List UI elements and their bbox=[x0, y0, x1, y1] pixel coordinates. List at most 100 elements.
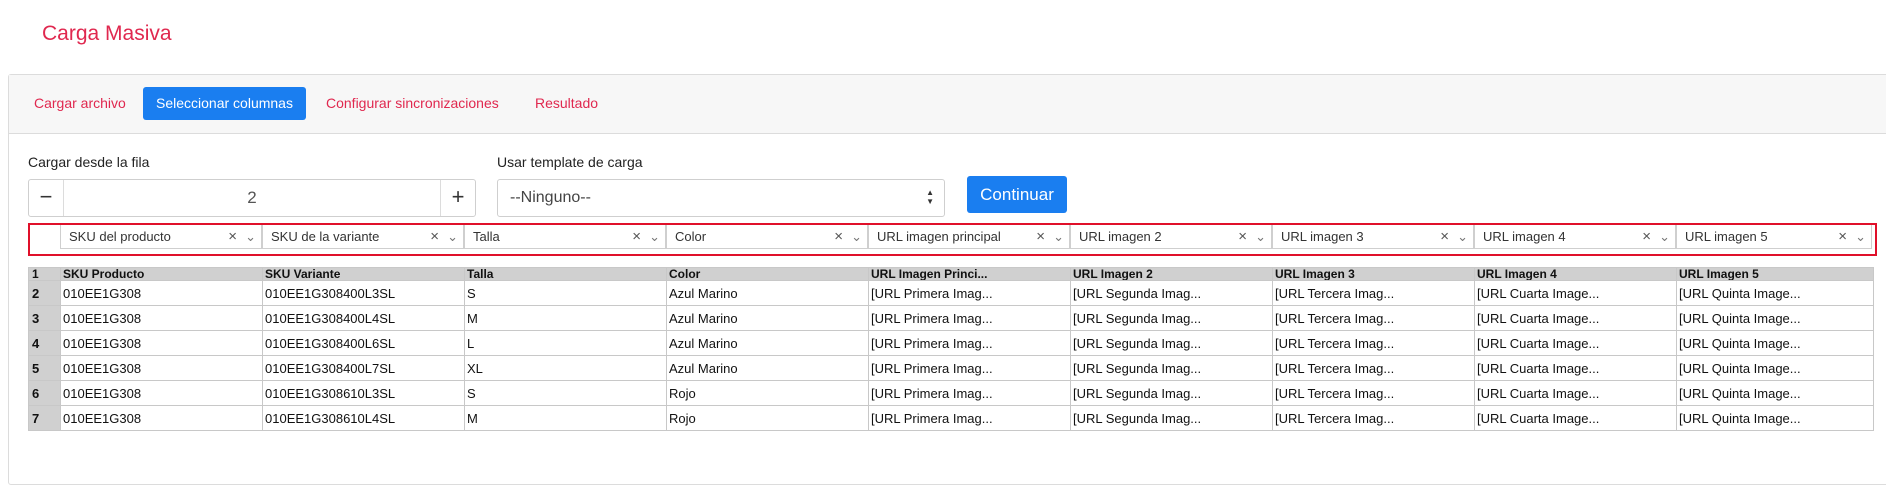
decrement-button[interactable]: − bbox=[29, 180, 64, 216]
column-select-3[interactable]: Talla × ⌄ bbox=[464, 224, 666, 249]
column-select-label: Color bbox=[675, 229, 707, 244]
table-cell: [URL Primera Imag... bbox=[868, 330, 1071, 356]
table-cell: Rojo bbox=[666, 380, 869, 406]
row-number: 1 bbox=[28, 267, 61, 281]
column-select-7[interactable]: URL imagen 3 × ⌄ bbox=[1272, 224, 1474, 249]
table-cell: [URL Quinta Image... bbox=[1676, 355, 1874, 381]
table-cell: [URL Tercera Imag... bbox=[1272, 280, 1475, 306]
row-number: 4 bbox=[28, 330, 61, 356]
table-cell: [URL Segunda Imag... bbox=[1070, 330, 1273, 356]
column-select-9[interactable]: URL imagen 5 × ⌄ bbox=[1676, 224, 1872, 249]
column-select-label: URL imagen principal bbox=[877, 229, 1001, 244]
sheet-header-cell: URL Imagen 3 bbox=[1272, 267, 1475, 281]
sheet-header-cell: SKU Variante bbox=[262, 267, 465, 281]
table-cell: [URL Quinta Image... bbox=[1676, 405, 1874, 431]
clear-icon[interactable]: × bbox=[1036, 225, 1045, 248]
table-cell: 010EE1G308610L3SL bbox=[262, 380, 465, 406]
table-cell: [URL Primera Imag... bbox=[868, 405, 1071, 431]
tab-configurar-sincronizaciones[interactable]: Configurar sincronizaciones bbox=[313, 87, 512, 120]
sheet-header-cell: URL Imagen 4 bbox=[1474, 267, 1677, 281]
table-cell: [URL Segunda Imag... bbox=[1070, 355, 1273, 381]
sheet-header-cell: URL Imagen 2 bbox=[1070, 267, 1273, 281]
column-select-label: URL imagen 5 bbox=[1685, 229, 1768, 244]
clear-icon[interactable]: × bbox=[834, 225, 843, 248]
page-title: Carga Masiva bbox=[42, 22, 172, 45]
table-row: 5 010EE1G308 010EE1G308400L7SL XL Azul M… bbox=[28, 355, 1874, 381]
clear-icon[interactable]: × bbox=[1642, 225, 1651, 248]
table-row: 7 010EE1G308 010EE1G308610L4SL M Rojo [U… bbox=[28, 405, 1874, 431]
table-cell: 010EE1G308610L4SL bbox=[262, 405, 465, 431]
row-number: 7 bbox=[28, 405, 61, 431]
table-cell: XL bbox=[464, 355, 667, 381]
table-cell: 010EE1G308 bbox=[60, 280, 263, 306]
column-select-1[interactable]: SKU del producto × ⌄ bbox=[60, 224, 262, 249]
clear-icon[interactable]: × bbox=[1838, 225, 1847, 248]
clear-icon[interactable]: × bbox=[1238, 225, 1247, 248]
start-row-input[interactable]: 2 bbox=[64, 180, 440, 216]
increment-button[interactable]: + bbox=[440, 180, 475, 216]
chevron-down-icon[interactable]: ⌄ bbox=[245, 225, 256, 248]
column-select-6[interactable]: URL imagen 2 × ⌄ bbox=[1070, 224, 1272, 249]
table-row: 2 010EE1G308 010EE1G308400L3SL S Azul Ma… bbox=[28, 280, 1874, 306]
table-cell: 010EE1G308 bbox=[60, 355, 263, 381]
select-arrows-icon: ▲ ▼ bbox=[926, 188, 934, 206]
table-cell: [URL Primera Imag... bbox=[868, 380, 1071, 406]
column-select-8[interactable]: URL imagen 4 × ⌄ bbox=[1474, 224, 1676, 249]
sheet-header-cell: Talla bbox=[464, 267, 667, 281]
table-cell: [URL Tercera Imag... bbox=[1272, 330, 1475, 356]
column-select-label: SKU del producto bbox=[69, 229, 171, 244]
start-row-stepper: − 2 + bbox=[28, 179, 476, 217]
clear-icon[interactable]: × bbox=[228, 225, 237, 248]
column-select-label: Talla bbox=[473, 229, 500, 244]
clear-icon[interactable]: × bbox=[632, 225, 641, 248]
column-select-4[interactable]: Color × ⌄ bbox=[666, 224, 868, 249]
table-cell: [URL Quinta Image... bbox=[1676, 380, 1874, 406]
table-cell: Azul Marino bbox=[666, 280, 869, 306]
chevron-down-icon[interactable]: ⌄ bbox=[1659, 225, 1670, 248]
table-cell: [URL Cuarta Image... bbox=[1474, 280, 1677, 306]
chevron-down-icon[interactable]: ⌄ bbox=[851, 225, 862, 248]
table-cell: [URL Tercera Imag... bbox=[1272, 380, 1475, 406]
table-cell: 010EE1G308400L6SL bbox=[262, 330, 465, 356]
chevron-down-icon[interactable]: ⌄ bbox=[649, 225, 660, 248]
column-select-label: URL imagen 4 bbox=[1483, 229, 1566, 244]
row-number: 5 bbox=[28, 355, 61, 381]
table-cell: [URL Cuarta Image... bbox=[1474, 380, 1677, 406]
table-cell: 010EE1G308400L4SL bbox=[262, 305, 465, 331]
start-row-label: Cargar desde la fila bbox=[28, 154, 150, 170]
tab-seleccionar-columnas[interactable]: Seleccionar columnas bbox=[143, 87, 306, 120]
table-cell: 010EE1G308 bbox=[60, 380, 263, 406]
table-cell: [URL Quinta Image... bbox=[1676, 305, 1874, 331]
table-cell: Rojo bbox=[666, 405, 869, 431]
table-cell: [URL Segunda Imag... bbox=[1070, 280, 1273, 306]
template-select[interactable]: --Ninguno-- ▲ ▼ bbox=[497, 179, 945, 217]
clear-icon[interactable]: × bbox=[430, 225, 439, 248]
table-cell: [URL Cuarta Image... bbox=[1474, 330, 1677, 356]
tab-cargar-archivo[interactable]: Cargar archivo bbox=[21, 87, 139, 120]
table-cell: Azul Marino bbox=[666, 355, 869, 381]
chevron-down-icon[interactable]: ⌄ bbox=[1255, 225, 1266, 248]
tab-resultado[interactable]: Resultado bbox=[522, 87, 611, 120]
table-cell: [URL Quinta Image... bbox=[1676, 330, 1874, 356]
sheet-header-cell: Color bbox=[666, 267, 869, 281]
table-cell: [URL Tercera Imag... bbox=[1272, 355, 1475, 381]
sheet-header-cell: SKU Producto bbox=[60, 267, 263, 281]
chevron-down-icon[interactable]: ⌄ bbox=[1457, 225, 1468, 248]
chevron-down-icon[interactable]: ⌄ bbox=[1855, 225, 1866, 248]
chevron-down-icon[interactable]: ⌄ bbox=[1053, 225, 1064, 248]
column-select-5[interactable]: URL imagen principal × ⌄ bbox=[868, 224, 1070, 249]
sheet-header-row: 1 SKU Producto SKU Variante Talla Color … bbox=[28, 267, 1874, 281]
continue-button[interactable]: Continuar bbox=[967, 176, 1067, 213]
column-select-2[interactable]: SKU de la variante × ⌄ bbox=[262, 224, 464, 249]
table-cell: [URL Segunda Imag... bbox=[1070, 305, 1273, 331]
table-cell: M bbox=[464, 305, 667, 331]
table-cell: [URL Primera Imag... bbox=[868, 355, 1071, 381]
chevron-down-icon[interactable]: ⌄ bbox=[447, 225, 458, 248]
preview-sheet: 1 SKU Producto SKU Variante Talla Color … bbox=[28, 267, 1874, 431]
template-label: Usar template de carga bbox=[497, 154, 643, 170]
table-cell: [URL Cuarta Image... bbox=[1474, 405, 1677, 431]
table-cell: Azul Marino bbox=[666, 330, 869, 356]
row-number: 2 bbox=[28, 280, 61, 306]
table-cell: 010EE1G308 bbox=[60, 405, 263, 431]
clear-icon[interactable]: × bbox=[1440, 225, 1449, 248]
